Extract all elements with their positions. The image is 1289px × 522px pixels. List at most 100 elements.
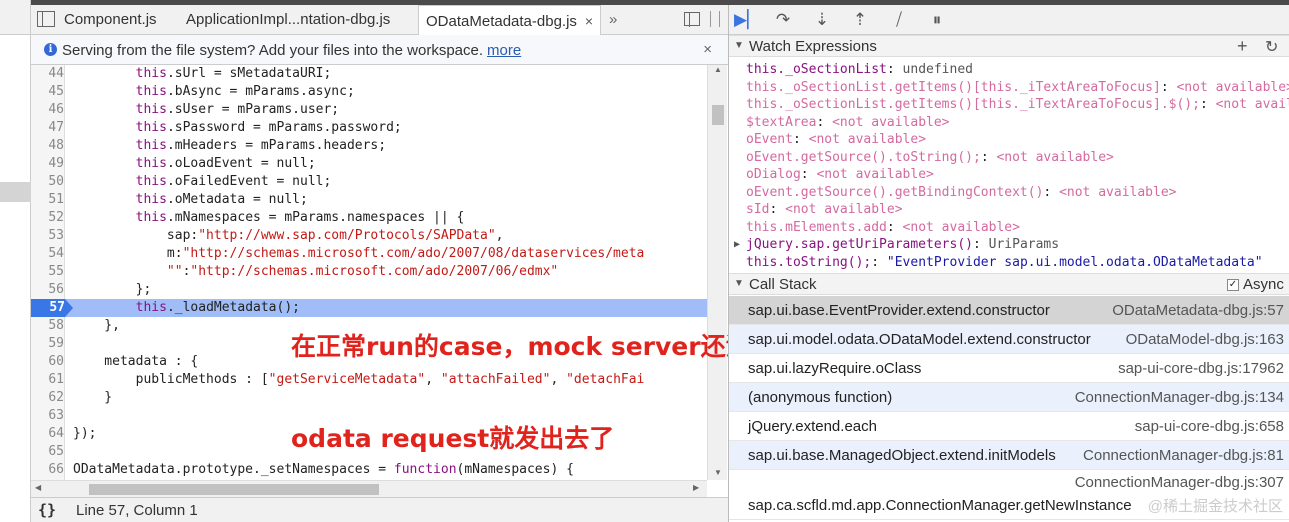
watch-expression: oEvent.getSource().toString(); xyxy=(746,149,981,165)
scrollbar-thumb[interactable] xyxy=(712,105,724,125)
frame-function: sap.ui.lazyRequire.oClass xyxy=(748,360,922,377)
refresh-icon[interactable]: ↻ xyxy=(1265,37,1278,57)
watch-item[interactable]: oDialog: <not available> xyxy=(729,166,1289,184)
scroll-left-icon[interactable]: ◀ xyxy=(35,483,41,492)
step-into-icon[interactable]: ⇣ xyxy=(811,9,833,31)
line-number[interactable]: 59 xyxy=(31,335,65,353)
watch-item[interactable]: oEvent: <not available> xyxy=(729,131,1289,149)
more-tabs-button[interactable]: » xyxy=(609,5,617,35)
code-text: m:"http://schemas.microsoft.com/ado/2007… xyxy=(73,246,645,261)
tab-component-js[interactable]: Component.js xyxy=(64,5,157,35)
close-tab-icon[interactable]: × xyxy=(585,13,593,29)
call-frame[interactable]: sap.ui.model.odata.ODataModel.extend.con… xyxy=(729,325,1289,354)
toggle-debugger-icon[interactable] xyxy=(684,12,700,27)
frame-function: sap.ui.base.ManagedObject.extend.initMod… xyxy=(748,447,1056,464)
frame-location[interactable]: ConnectionManager-dbg.js:307 xyxy=(1075,474,1284,491)
code-text: this.sUrl = sMetadataURI; xyxy=(135,66,332,81)
watch-item[interactable]: this._oSectionList.getItems()[this._iTex… xyxy=(729,96,1289,114)
code-area[interactable]: 44 this.sUrl = sMetadataURI; 45 this.bAsy… xyxy=(31,65,707,480)
frame-location[interactable]: ODataModel-dbg.js:163 xyxy=(1126,331,1284,348)
resume-icon[interactable]: ▶▏ xyxy=(734,9,760,31)
watch-item[interactable]: oEvent.getSource().getBindingContext(): … xyxy=(729,184,1289,202)
line-number[interactable]: 55 xyxy=(31,263,65,281)
drawer-split-icon[interactable] xyxy=(710,11,720,27)
call-frame[interactable]: sap.ui.lazyRequire.oClass sap-ui-core-dbg… xyxy=(729,354,1289,383)
line-number[interactable]: 49 xyxy=(31,155,65,173)
watch-item[interactable]: this.toString();: "EventProvider sap.ui.… xyxy=(729,254,1289,272)
line-number[interactable]: 53 xyxy=(31,227,65,245)
scroll-down-icon[interactable]: ▼ xyxy=(708,468,728,480)
navigator-selected-item[interactable] xyxy=(0,182,31,202)
line-number[interactable]: 56 xyxy=(31,281,65,299)
line-number[interactable]: 52 xyxy=(31,209,65,227)
call-frame[interactable]: sap.ui.base.ManagedObject.extend.initMod… xyxy=(729,441,1289,470)
watch-expression: oEvent xyxy=(746,132,793,147)
watch-expression: $textArea xyxy=(746,114,817,130)
pretty-print-button[interactable]: {} xyxy=(38,501,56,519)
line-number[interactable]: 50 xyxy=(31,173,65,191)
add-watch-icon[interactable]: + xyxy=(1237,36,1248,57)
frame-location[interactable]: sap-ui-core-dbg.js:658 xyxy=(1135,418,1284,435)
watch-item[interactable]: this.mElements.add: <not available> xyxy=(729,219,1289,237)
code-line: 48 this.mHeaders = mParams.headers; xyxy=(31,137,707,155)
watch-expressions-header[interactable]: ▼ Watch Expressions + ↻ xyxy=(729,35,1289,57)
step-out-icon[interactable]: ⇡ xyxy=(849,9,871,31)
line-number[interactable]: 65 xyxy=(31,443,65,461)
scroll-up-icon[interactable]: ▲ xyxy=(708,65,728,77)
line-number[interactable]: 60 xyxy=(31,353,65,371)
line-number[interactable]: 57 xyxy=(31,299,73,317)
deactivate-breakpoints-icon[interactable]: ⧸ xyxy=(888,9,910,31)
code-text: }; xyxy=(73,282,152,297)
code-line: 62 } xyxy=(31,389,707,407)
expand-icon[interactable]: ▶ xyxy=(734,236,740,254)
tab-odatametadata[interactable]: ODataMetadata-dbg.js × xyxy=(418,5,601,36)
line-number[interactable]: 63 xyxy=(31,407,65,425)
frame-location[interactable]: ConnectionManager-dbg.js:81 xyxy=(1083,447,1284,464)
line-number[interactable]: 44 xyxy=(31,65,65,83)
line-number[interactable]: 66 xyxy=(31,461,65,479)
watch-item[interactable]: this._oSectionList: undefined xyxy=(729,61,1289,79)
code-line: 57 this._loadMetadata(); xyxy=(31,299,707,317)
close-infobar-icon[interactable]: × xyxy=(703,41,712,58)
toggle-navigator-icon[interactable] xyxy=(37,11,55,27)
scroll-right-icon[interactable]: ▶ xyxy=(693,483,699,492)
pause-on-exceptions-icon[interactable]: ⏸ xyxy=(926,9,948,31)
editor-horizontal-scrollbar[interactable]: ◀ ▶ xyxy=(31,480,707,497)
watch-item[interactable]: this._oSectionList.getItems()[this._iTex… xyxy=(729,79,1289,97)
frame-location[interactable]: ODataMetadata-dbg.js:57 xyxy=(1112,302,1284,319)
async-checkbox[interactable]: ✓ xyxy=(1227,279,1239,291)
watch-item[interactable]: $textArea: <not available> xyxy=(729,114,1289,132)
line-number[interactable]: 45 xyxy=(31,83,65,101)
line-number[interactable]: 62 xyxy=(31,389,65,407)
more-link[interactable]: more xyxy=(487,42,521,59)
call-stack-header[interactable]: ▼ Call Stack ✓ Async xyxy=(729,273,1289,295)
line-number[interactable]: 61 xyxy=(31,371,65,389)
code-line: 47 this.sPassword = mParams.password; xyxy=(31,119,707,137)
code-line: 44 this.sUrl = sMetadataURI; xyxy=(31,65,707,83)
step-over-icon[interactable]: ↷ xyxy=(772,9,794,31)
frame-function: sap.ui.model.odata.ODataModel.extend.con… xyxy=(748,331,1091,348)
line-number[interactable]: 47 xyxy=(31,119,65,137)
line-number[interactable]: 54 xyxy=(31,245,65,263)
line-number[interactable]: 64 xyxy=(31,425,65,443)
code-line: 61 publicMethods : ["getServiceMetadata"… xyxy=(31,371,707,389)
editor-vertical-scrollbar[interactable]: ▲ ▼ xyxy=(707,65,727,480)
tab-applicationimpl[interactable]: ApplicationImpl...ntation-dbg.js xyxy=(186,5,390,35)
line-number[interactable]: 46 xyxy=(31,101,65,119)
watch-item[interactable]: ▶ jQuery.sap.getUriParameters(): UriParam… xyxy=(729,236,1289,254)
line-number[interactable]: 51 xyxy=(31,191,65,209)
call-frame[interactable]: sap.ui.base.EventProvider.extend.constru… xyxy=(729,296,1289,325)
line-number[interactable]: 48 xyxy=(31,137,65,155)
frame-location[interactable]: ConnectionManager-dbg.js:134 xyxy=(1075,389,1284,406)
frame-location[interactable]: sap-ui-core-dbg.js:17962 xyxy=(1118,360,1284,377)
code-line: 52 this.mNamespaces = mParams.namespaces… xyxy=(31,209,707,227)
section-title: Call Stack xyxy=(749,276,817,293)
annotation-2: odata request就发出去了 xyxy=(291,424,615,453)
line-number[interactable]: 58 xyxy=(31,317,65,335)
scrollbar-thumb[interactable] xyxy=(89,484,379,495)
call-frame[interactable]: jQuery.extend.each sap-ui-core-dbg.js:658 xyxy=(729,412,1289,441)
watch-item[interactable]: sId: <not available> xyxy=(729,201,1289,219)
source-editor: Component.js ApplicationImpl...ntation-d… xyxy=(31,5,776,522)
call-frame[interactable]: (anonymous function) ConnectionManager-db… xyxy=(729,383,1289,412)
watch-item[interactable]: oEvent.getSource().toString();: <not ava… xyxy=(729,149,1289,167)
